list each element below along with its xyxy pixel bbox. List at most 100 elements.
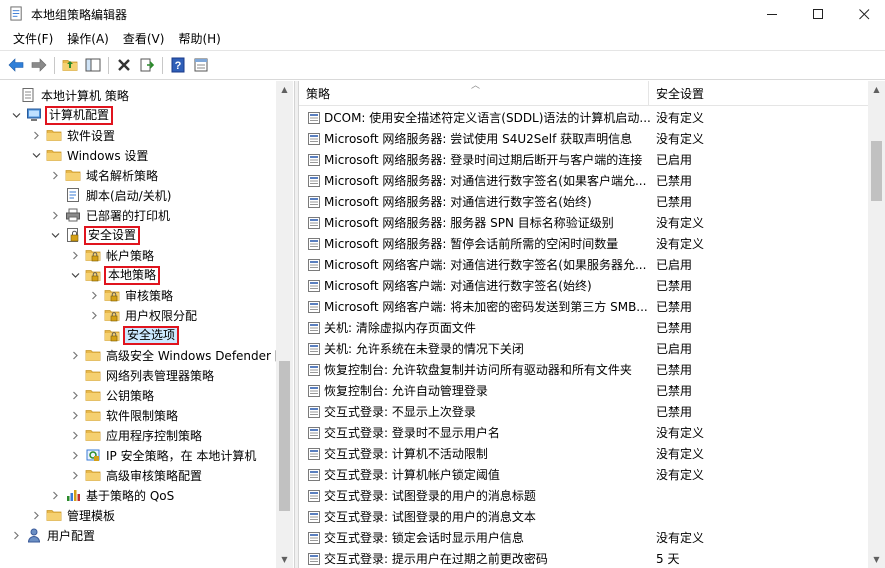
tree-node[interactable]: 本地策略	[69, 265, 161, 285]
policy-row[interactable]: 关机: 清除虚拟内存页面文件 已禁用	[299, 317, 869, 338]
tree-node[interactable]: 网络列表管理器策略	[69, 365, 216, 385]
policy-row[interactable]: 交互式登录: 提示用户在过期之前更改密码 5 天	[299, 548, 869, 568]
chevron-right-icon[interactable]	[69, 349, 81, 361]
menu-view[interactable]: 查看(V)	[116, 28, 172, 50]
security-setting-value: 没有定义	[656, 111, 705, 125]
scroll-up-arrow-icon[interactable]: ▲	[868, 81, 885, 98]
printer-icon	[65, 207, 81, 223]
chevron-right-icon[interactable]	[69, 449, 81, 461]
chevron-right-icon[interactable]	[69, 469, 81, 481]
policy-row[interactable]: Microsoft 网络服务器: 对通信进行数字签名(始终) 已禁用	[299, 191, 869, 212]
policy-row[interactable]: DCOM: 使用安全描述符定义语言(SDDL)语法的计算机启动... 没有定义	[299, 107, 869, 128]
close-button[interactable]	[841, 0, 885, 28]
forward-button[interactable]	[29, 55, 49, 75]
toolbar-separator	[54, 57, 55, 74]
scroll-down-arrow-icon[interactable]: ▼	[276, 551, 293, 568]
tree-node[interactable]: 审核策略	[88, 285, 175, 305]
chevron-down-icon[interactable]	[49, 229, 61, 241]
tree-node[interactable]: 帐户策略	[69, 245, 156, 265]
tree-node[interactable]: 用户权限分配	[88, 305, 199, 325]
policy-row[interactable]: 交互式登录: 计算机帐户锁定阈值 没有定义	[299, 464, 869, 485]
list-vertical-scrollbar[interactable]: ▲ ▼	[868, 81, 885, 568]
chevron-down-icon[interactable]	[69, 269, 81, 281]
chevron-right-icon[interactable]	[30, 129, 42, 141]
policy-row[interactable]: 交互式登录: 不显示上次登录 已禁用	[299, 401, 869, 422]
policy-row[interactable]: 交互式登录: 登录时不显示用户名 没有定义	[299, 422, 869, 443]
chevron-right-icon[interactable]	[69, 389, 81, 401]
menu-action[interactable]: 操作(A)	[60, 28, 116, 50]
tree-node[interactable]: 高级审核策略配置	[69, 465, 204, 485]
tree-node[interactable]: 用户配置	[10, 525, 97, 545]
policy-row[interactable]: 交互式登录: 试图登录的用户的消息文本	[299, 506, 869, 527]
tree-node[interactable]: 高级安全 Windows Defender 防	[69, 345, 289, 365]
folder-icon	[65, 167, 81, 183]
export-list-button[interactable]	[137, 55, 157, 75]
policy-row[interactable]: Microsoft 网络客户端: 对通信进行数字签名(始终) 已禁用	[299, 275, 869, 296]
chevron-right-icon[interactable]	[49, 169, 61, 181]
chevron-down-icon[interactable]	[10, 109, 22, 121]
tree-node[interactable]: 脚本(启动/关机)	[49, 185, 173, 205]
tree-vertical-scrollbar[interactable]: ▲ ▼	[276, 81, 293, 568]
security-setting-value: 5 天	[656, 552, 680, 566]
policy-row[interactable]: Microsoft 网络服务器: 登录时间过期后断开与客户端的连接 已启用	[299, 149, 869, 170]
policy-row[interactable]: 交互式登录: 试图登录的用户的消息标题	[299, 485, 869, 506]
tree-node[interactable]: 计算机配置	[10, 105, 114, 125]
policy-row[interactable]: 交互式登录: 锁定会话时显示用户信息 没有定义	[299, 527, 869, 548]
policy-row[interactable]: 恢复控制台: 允许软盘复制并访问所有驱动器和所有文件夹 已禁用	[299, 359, 869, 380]
show-hide-console-tree-button[interactable]	[83, 55, 103, 75]
menu-help[interactable]: 帮助(H)	[171, 28, 227, 50]
scroll-thumb[interactable]	[279, 361, 290, 511]
policy-row[interactable]: Microsoft 网络客户端: 对通信进行数字签名(如果服务器允... 已启用	[299, 254, 869, 275]
chevron-right-icon[interactable]	[88, 309, 100, 321]
back-button[interactable]	[6, 55, 26, 75]
tree-node[interactable]: 应用程序控制策略	[69, 425, 204, 445]
folder-up-icon	[62, 57, 78, 73]
policy-name: Microsoft 网络客户端: 将未加密的密码发送到第三方 SMB...	[324, 300, 648, 314]
tree-node[interactable]: 软件限制策略	[69, 405, 180, 425]
tree-node[interactable]: 公钥策略	[69, 385, 156, 405]
scroll-down-arrow-icon[interactable]: ▼	[868, 551, 885, 568]
policy-row[interactable]: Microsoft 网络客户端: 将未加密的密码发送到第三方 SMB... 已禁用	[299, 296, 869, 317]
scroll-thumb[interactable]	[871, 141, 882, 201]
chevron-right-icon[interactable]	[49, 489, 61, 501]
tree-node[interactable]: 软件设置	[30, 125, 117, 145]
chevron-right-icon[interactable]	[69, 409, 81, 421]
chevron-right-icon[interactable]	[69, 429, 81, 441]
column-header-policy[interactable]: 策略 ︿	[299, 81, 649, 106]
policy-row[interactable]: Microsoft 网络服务器: 尝试使用 S4U2Self 获取声明信息 没有定…	[299, 128, 869, 149]
tree-node[interactable]: 基于策略的 QoS	[49, 485, 176, 505]
help-button[interactable]: ?	[168, 55, 188, 75]
tree-node[interactable]: 本地计算机 策略	[4, 85, 131, 105]
list-header: 策略 ︿ 安全设置	[299, 81, 885, 106]
chevron-right-icon[interactable]	[88, 289, 100, 301]
column-header-security-setting[interactable]: 安全设置	[649, 81, 869, 106]
tree-node-label: 脚本(启动/关机)	[86, 188, 172, 203]
tree-node-label: 公钥策略	[106, 388, 155, 403]
up-one-level-button[interactable]	[60, 55, 80, 75]
delete-button[interactable]	[114, 55, 134, 75]
policy-row[interactable]: 恢复控制台: 允许自动管理登录 已禁用	[299, 380, 869, 401]
tree-node[interactable]: 域名解析策略	[49, 165, 160, 185]
tree-node[interactable]: 安全设置	[49, 225, 141, 245]
chevron-right-icon[interactable]	[69, 249, 81, 261]
tree-node[interactable]: 安全选项	[88, 325, 180, 345]
policy-row[interactable]: Microsoft 网络服务器: 服务器 SPN 目标名称验证级别 没有定义	[299, 212, 869, 233]
scroll-up-arrow-icon[interactable]: ▲	[276, 81, 293, 98]
menu-file[interactable]: 文件(F)	[6, 28, 60, 50]
chevron-right-icon[interactable]	[49, 209, 61, 221]
tree-node[interactable]: Windows 设置	[30, 145, 150, 165]
chevron-right-icon[interactable]	[30, 509, 42, 521]
tree-node[interactable]: 管理模板	[30, 505, 117, 525]
chevron-down-icon[interactable]	[30, 149, 42, 161]
minimize-button[interactable]	[749, 0, 795, 28]
properties-button[interactable]	[191, 55, 211, 75]
tree-node[interactable]: 已部署的打印机	[49, 205, 172, 225]
chevron-right-icon[interactable]	[10, 529, 22, 541]
policy-row[interactable]: 交互式登录: 计算机不活动限制 没有定义	[299, 443, 869, 464]
minimize-icon	[766, 13, 777, 15]
maximize-button[interactable]	[795, 0, 841, 28]
tree-node[interactable]: IP 安全策略，在 本地计算机	[69, 445, 258, 465]
policy-row[interactable]: Microsoft 网络服务器: 暂停会话前所需的空闲时间数量 没有定义	[299, 233, 869, 254]
policy-row[interactable]: Microsoft 网络服务器: 对通信进行数字签名(如果客户端允... 已禁用	[299, 170, 869, 191]
policy-row[interactable]: 关机: 允许系统在未登录的情况下关闭 已启用	[299, 338, 869, 359]
